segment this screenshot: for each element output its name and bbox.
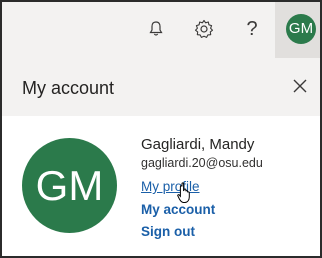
account-panel-body: GM Gagliardi, Mandy gagliardi.20@osu.edu… [2, 116, 320, 256]
my-account-link[interactable]: My account [141, 202, 215, 217]
notifications-bell-icon[interactable] [143, 16, 169, 42]
account-popup-window: ? GM My account GM Gagliardi, Mandy gagl… [0, 0, 322, 258]
user-avatar: GM [22, 138, 117, 233]
close-icon [293, 79, 307, 93]
account-panel-header: My account [2, 58, 320, 116]
settings-gear-icon[interactable] [191, 16, 217, 42]
topbar-avatar[interactable]: GM [286, 14, 316, 44]
help-icon[interactable]: ? [239, 16, 265, 42]
hand-pointer-cursor-icon [177, 182, 190, 203]
top-bar: ? GM [2, 2, 320, 58]
sign-out-link[interactable]: Sign out [141, 224, 195, 239]
close-button[interactable] [289, 75, 311, 97]
topbar-avatar-container: GM [275, 2, 320, 58]
user-name: Gagliardi, Mandy [141, 136, 255, 153]
user-email: gagliardi.20@osu.edu [141, 156, 263, 170]
panel-title: My account [22, 78, 115, 98]
